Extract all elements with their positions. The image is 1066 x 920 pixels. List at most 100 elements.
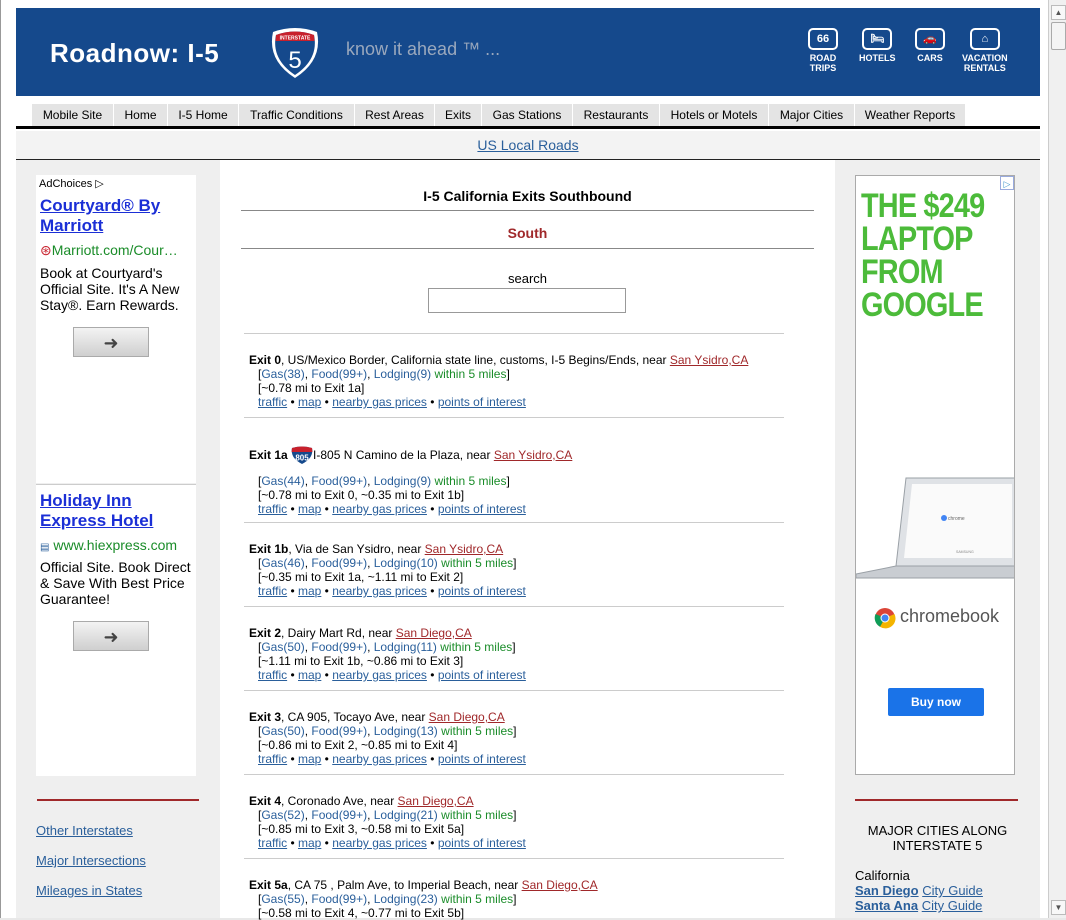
near-city-link[interactable]: San Diego,CA (398, 794, 474, 808)
gas-prices-link[interactable]: nearby gas prices (332, 584, 427, 598)
chromebook-ad[interactable]: ▷ THE $249 LAPTOP FROM GOOGLE chrome SAM… (855, 175, 1015, 775)
lodging-count[interactable]: Lodging(9) (374, 474, 431, 488)
city-link[interactable]: San Diego (855, 883, 919, 898)
gas-count[interactable]: Gas(50) (261, 724, 304, 738)
ad-headline: THE $249 LAPTOP FROM GOOGLE (861, 187, 985, 324)
near-city-link[interactable]: San Ysidro,CA (494, 448, 573, 462)
traffic-link[interactable]: traffic (258, 395, 287, 409)
lodging-count[interactable]: Lodging(11) (374, 640, 437, 654)
nav-major-cities[interactable]: Major Cities (769, 104, 855, 126)
nav-home[interactable]: Home (114, 104, 168, 126)
gas-count[interactable]: Gas(44) (261, 474, 304, 488)
poi-link[interactable]: points of interest (438, 836, 526, 850)
food-count[interactable]: Food(99+) (311, 724, 367, 738)
city-link[interactable]: Santa Ana (855, 898, 918, 913)
vacation-rentals-link[interactable]: ⌂ VACATION RENTALS (962, 28, 1008, 73)
food-count[interactable]: Food(99+) (311, 892, 367, 906)
ad1-url[interactable]: ⊛Marriott.com/Cour… (40, 242, 192, 259)
near-city-link[interactable]: San Diego,CA (429, 710, 505, 724)
map-link[interactable]: map (298, 836, 321, 850)
exit-distance: [~1.11 mi to Exit 1b, ~0.86 mi to Exit 3… (258, 654, 464, 668)
nav-mobile-site[interactable]: Mobile Site (32, 104, 114, 126)
nav-hotels-motels[interactable]: Hotels or Motels (660, 104, 769, 126)
map-link[interactable]: map (298, 395, 321, 409)
poi-link[interactable]: points of interest (438, 395, 526, 409)
nav-restaurants[interactable]: Restaurants (573, 104, 660, 126)
poi-link[interactable]: points of interest (438, 584, 526, 598)
gas-prices-link[interactable]: nearby gas prices (332, 752, 427, 766)
ad-courtyard: AdChoices ▷ Courtyard® By Marriott ⊛Marr… (36, 175, 196, 483)
food-count[interactable]: Food(99+) (311, 474, 367, 488)
map-link[interactable]: map (298, 584, 321, 598)
nav-exits[interactable]: Exits (435, 104, 482, 126)
near-city-link[interactable]: San Diego,CA (396, 626, 472, 640)
lodging-count[interactable]: Lodging(13) (374, 724, 438, 738)
adchoices-label[interactable]: AdChoices ▷ (39, 177, 196, 190)
lodging-count[interactable]: Lodging(23) (374, 892, 438, 906)
gas-prices-link[interactable]: nearby gas prices (332, 395, 427, 409)
map-link[interactable]: map (298, 502, 321, 516)
map-link[interactable]: map (298, 668, 321, 682)
hotels-link[interactable]: 🛏 HOTELS (859, 28, 896, 63)
gas-prices-link[interactable]: nearby gas prices (332, 668, 427, 682)
gas-count[interactable]: Gas(50) (261, 640, 304, 654)
route66-icon: 66 (808, 28, 838, 50)
traffic-link[interactable]: traffic (258, 836, 287, 850)
city-guide-link[interactable]: City Guide (922, 883, 983, 898)
laptop-image: chrome SAMSUNG (856, 477, 1014, 579)
city-guide-link[interactable]: City Guide (922, 898, 983, 913)
near-city-link[interactable]: San Ysidro,CA (670, 353, 749, 367)
gas-count[interactable]: Gas(46) (261, 556, 304, 570)
lodging-count[interactable]: Lodging(9) (374, 367, 431, 381)
gas-prices-link[interactable]: nearby gas prices (332, 836, 427, 850)
road-trips-link[interactable]: 66 ROAD TRIPS (808, 28, 838, 73)
lodging-count[interactable]: Lodging(21) (374, 808, 438, 822)
scroll-down-icon[interactable]: ▼ (1051, 900, 1066, 915)
exit-number: Exit 2 (249, 626, 282, 640)
food-count[interactable]: Food(99+) (311, 808, 367, 822)
site-title[interactable]: Roadnow: I-5 (50, 38, 219, 69)
lodging-count[interactable]: Lodging(10) (374, 556, 438, 570)
ad2-title[interactable]: Holiday Inn Express Hotel (40, 491, 192, 531)
near-city-link[interactable]: San Ysidro,CA (425, 542, 504, 556)
near-city-link[interactable]: San Diego,CA (522, 878, 598, 892)
us-local-roads-link[interactable]: US Local Roads (477, 137, 578, 153)
traffic-link[interactable]: traffic (258, 752, 287, 766)
scroll-thumb[interactable] (1051, 22, 1066, 50)
nav-weather-reports[interactable]: Weather Reports (855, 104, 966, 126)
i805-shield-icon: 805 (291, 446, 313, 464)
right-divider (855, 799, 1018, 801)
ad-brand: chromebook (900, 606, 1000, 626)
poi-link[interactable]: points of interest (438, 752, 526, 766)
cars-link[interactable]: 🚗 CARS (915, 28, 945, 63)
nav-gas-stations[interactable]: Gas Stations (482, 104, 573, 126)
traffic-link[interactable]: traffic (258, 584, 287, 598)
food-count[interactable]: Food(99+) (311, 556, 367, 570)
ad2-url[interactable]: ▤ www.hiexpress.com (40, 537, 192, 553)
food-count[interactable]: Food(99+) (311, 640, 367, 654)
poi-link[interactable]: points of interest (438, 668, 526, 682)
traffic-link[interactable]: traffic (258, 502, 287, 516)
nav-rest-areas[interactable]: Rest Areas (355, 104, 435, 126)
buy-now-button[interactable]: Buy now (888, 688, 984, 716)
vertical-scrollbar[interactable]: ▲ ▼ (1048, 0, 1066, 918)
nav-i5-home[interactable]: I-5 Home (168, 104, 239, 126)
poi-link[interactable]: points of interest (438, 502, 526, 516)
major-intersections-link[interactable]: Major Intersections (36, 853, 146, 868)
gas-count[interactable]: Gas(38) (261, 367, 304, 381)
gas-prices-link[interactable]: nearby gas prices (332, 502, 427, 516)
map-link[interactable]: map (298, 752, 321, 766)
adchoices-icon[interactable]: ▷ (1000, 176, 1014, 190)
nav-traffic-conditions[interactable]: Traffic Conditions (239, 104, 355, 126)
search-input[interactable] (428, 288, 626, 313)
ad2-arrow-button[interactable]: ➜ (73, 621, 149, 651)
other-interstates-link[interactable]: Other Interstates (36, 823, 133, 838)
scroll-up-icon[interactable]: ▲ (1051, 5, 1066, 20)
traffic-link[interactable]: traffic (258, 668, 287, 682)
gas-count[interactable]: Gas(55) (261, 892, 304, 906)
food-count[interactable]: Food(99+) (311, 367, 367, 381)
ad1-arrow-button[interactable]: ➜ (73, 327, 149, 357)
gas-count[interactable]: Gas(52) (261, 808, 304, 822)
mileages-in-states-link[interactable]: Mileages in States (36, 883, 142, 898)
ad1-title[interactable]: Courtyard® By Marriott (40, 196, 192, 236)
